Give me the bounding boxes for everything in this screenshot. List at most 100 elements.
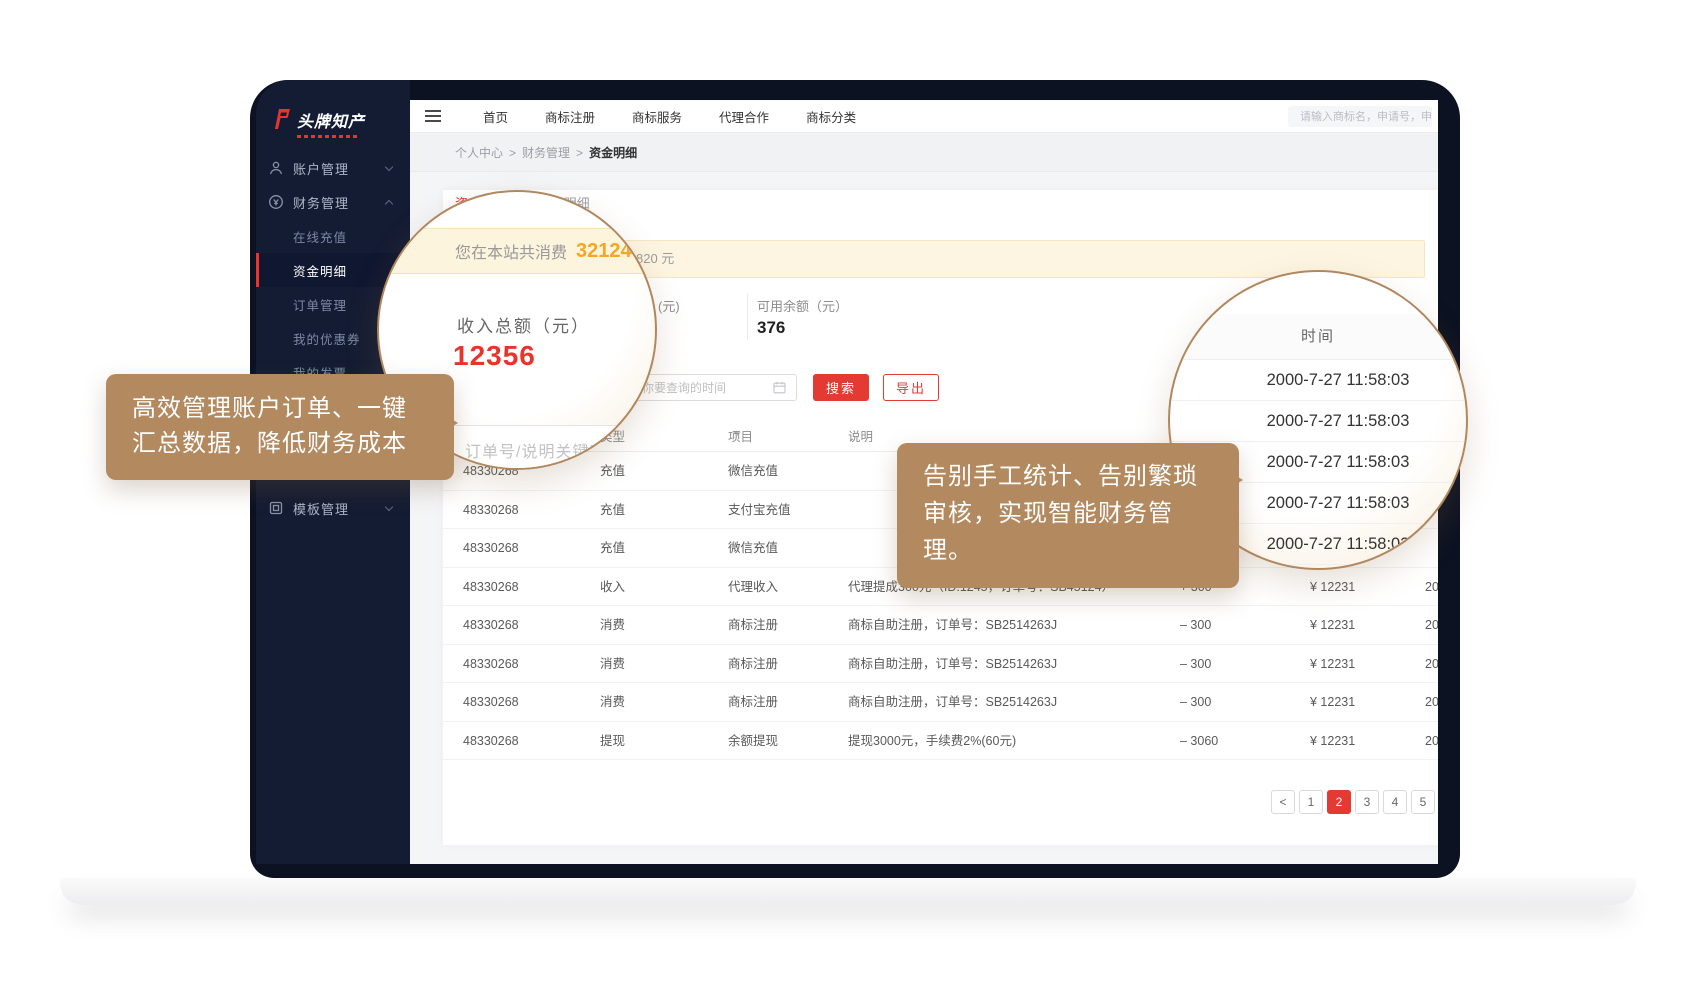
sidebar-item-account[interactable]: 账户管理 xyxy=(256,151,410,185)
callout-text: 理。 xyxy=(923,532,1213,569)
breadcrumb-separator: > xyxy=(576,146,583,160)
breadcrumb-separator: > xyxy=(509,146,516,160)
cell-project: 余额提现 xyxy=(728,722,778,761)
cell-type: 消费 xyxy=(600,645,625,684)
laptop-base xyxy=(60,878,1636,905)
sidebar-item-finance[interactable]: 财务管理 xyxy=(256,185,410,219)
logo-title: 头牌知产 xyxy=(297,108,365,132)
cell-time: 2000-7-27 11:58:03 xyxy=(1425,606,1438,645)
cell-project: 微信充值 xyxy=(728,529,778,568)
magnified-notice-bar: 您在本站共消费 32124 xyxy=(377,228,657,274)
table-row: 48330268 消费 商标注册 商标自助注册，订单号：SB2514263J –… xyxy=(443,683,1438,722)
calendar-icon[interactable] xyxy=(773,381,786,394)
page-1-button[interactable]: 1 xyxy=(1299,790,1323,814)
cell-project: 微信充值 xyxy=(728,452,778,491)
cell-time: 2000-7-27 11:58:03 xyxy=(1425,683,1438,722)
cell-balance: ¥ 12231 xyxy=(1310,568,1355,607)
cell-project: 商标注册 xyxy=(728,645,778,684)
header-project[interactable]: 项目 xyxy=(728,422,741,452)
table-row: 48330268 提现 余额提现 提现3000元，手续费2%(60元) – 30… xyxy=(443,722,1438,761)
chevron-up-icon xyxy=(385,199,393,207)
cell-description: 商标自助注册，订单号：SB2514263J xyxy=(848,645,1057,684)
export-button[interactable]: 导出 xyxy=(883,374,939,401)
sidebar-item-label: 模板管理 xyxy=(293,499,349,518)
cell-type: 收入 xyxy=(600,568,625,607)
table-row: 48330268 消费 商标注册 商标自助注册，订单号：SB2514263J –… xyxy=(443,645,1438,684)
available-balance-value: 376 xyxy=(757,318,785,338)
cell-balance: ¥ 12231 xyxy=(1310,722,1355,761)
nav-item-home[interactable]: 首页 xyxy=(483,107,508,126)
sidebar-item-label: 财务管理 xyxy=(293,193,349,212)
sidebar-item-label: 在线充值 xyxy=(293,227,347,246)
nav-item-trademark-service[interactable]: 商标服务 xyxy=(632,107,682,126)
logo-icon xyxy=(271,108,291,130)
logo-subtext-decoration xyxy=(297,135,359,138)
cell-amount: – 300 xyxy=(1180,645,1211,684)
cell-amount: – 3060 xyxy=(1180,722,1218,761)
trademark-search-input[interactable] xyxy=(1288,106,1432,127)
nav-item-trademark-category[interactable]: 商标分类 xyxy=(806,107,856,126)
cell-description: 商标自助注册，订单号：SB2514263J xyxy=(848,683,1057,722)
callout-text: 高效管理账户订单、一键 xyxy=(132,391,428,426)
cell-order-number: 48330268 xyxy=(463,568,519,607)
magnified-income-label: 收入总额（元） xyxy=(457,312,590,337)
cell-type: 消费 xyxy=(600,606,625,645)
cell-balance: ¥ 12231 xyxy=(1310,645,1355,684)
chevron-down-icon xyxy=(385,502,393,510)
user-icon xyxy=(268,160,284,176)
breadcrumb: 个人中心 > 财务管理 > 资金明细 xyxy=(410,134,1438,172)
cell-project: 支付宝充值 xyxy=(728,491,791,530)
cell-type: 消费 xyxy=(600,683,625,722)
breadcrumb-home[interactable]: 个人中心 xyxy=(455,144,503,161)
callout-text: 汇总数据，降低财务成本 xyxy=(132,426,428,461)
cell-description: 商标自助注册，订单号：SB2514263J xyxy=(848,606,1057,645)
cell-order-number: 48330268 xyxy=(463,645,519,684)
prev-page-button[interactable]: < xyxy=(1271,790,1295,814)
nav-item-agency[interactable]: 代理合作 xyxy=(719,107,769,126)
cell-order-number: 48330268 xyxy=(463,491,519,530)
cell-order-number: 48330268 xyxy=(463,722,519,761)
magnified-keyword-placeholder: 订单号/说明关键字 xyxy=(465,438,606,462)
callout-text: 告别手工统计、告别繁琐 xyxy=(923,458,1213,495)
magnified-time-cell: 2000-7-27 11:58:03 xyxy=(1170,360,1466,401)
page-5-button[interactable]: 5 xyxy=(1411,790,1435,814)
cell-amount: – 300 xyxy=(1180,683,1211,722)
cell-project: 商标注册 xyxy=(728,683,778,722)
page-4-button[interactable]: 4 xyxy=(1383,790,1407,814)
app-logo[interactable]: 头牌知产 xyxy=(271,108,365,138)
top-nav: 首页 商标注册 商标服务 代理合作 商标分类 xyxy=(410,100,1438,133)
page-2-button[interactable]: 2 xyxy=(1327,790,1351,814)
available-balance-label: 可用余额（元） xyxy=(757,296,848,315)
magnified-time-cell: 2000-7-27 11:58:03 xyxy=(1170,401,1466,442)
cell-balance: ¥ 12231 xyxy=(1310,683,1355,722)
cell-type: 提现 xyxy=(600,722,625,761)
cell-balance: ¥ 12231 xyxy=(1310,606,1355,645)
nav-item-trademark-register[interactable]: 商标注册 xyxy=(545,107,595,126)
magnified-time-header: 时间 xyxy=(1170,314,1466,360)
cell-amount: – 300 xyxy=(1180,606,1211,645)
cell-project: 商标注册 xyxy=(728,606,778,645)
breadcrumb-section[interactable]: 财务管理 xyxy=(522,144,570,161)
cell-order-number: 48330268 xyxy=(463,529,519,568)
search-button[interactable]: 搜索 xyxy=(813,374,869,401)
sidebar-item-templates[interactable]: 模板管理 xyxy=(256,491,410,525)
pagination: < 1 2 3 4 5 > xyxy=(1271,790,1438,814)
cell-order-number: 48330268 xyxy=(463,606,519,645)
finance-icon xyxy=(268,194,284,210)
magnified-income-value: 12356 xyxy=(453,340,536,372)
cell-order-number: 48330268 xyxy=(463,683,519,722)
cell-time: 2000-7-27 11:58:03 xyxy=(1425,568,1438,607)
page-3-button[interactable]: 3 xyxy=(1355,790,1379,814)
sidebar-item-label: 订单管理 xyxy=(293,295,347,314)
top-nav-menu: 首页 商标注册 商标服务 代理合作 商标分类 xyxy=(483,107,856,126)
cell-type: 充值 xyxy=(600,491,625,530)
table-row: 48330268 消费 商标注册 商标自助注册，订单号：SB2514263J –… xyxy=(443,606,1438,645)
expense-total-unit: (元) xyxy=(658,296,680,315)
callout-left: 高效管理账户订单、一键 汇总数据，降低财务成本 xyxy=(106,374,454,480)
callout-text: 审核，实现智能财务管 xyxy=(923,495,1213,532)
chevron-down-icon xyxy=(385,162,393,170)
magnified-keyword-input: 订单号/说明关键字 xyxy=(451,425,657,470)
breadcrumb-current: 资金明细 xyxy=(589,144,637,161)
magnified-notice-amount: 32124 xyxy=(576,240,632,263)
hamburger-menu-icon[interactable] xyxy=(425,110,441,122)
